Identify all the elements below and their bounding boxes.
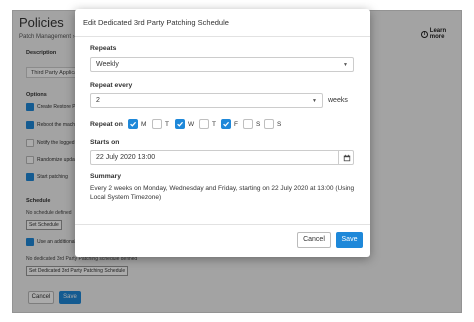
repeats-select[interactable]: Weekly ▼ — [90, 57, 354, 72]
day-tuesday[interactable]: T — [152, 119, 169, 129]
summary-label: Summary — [90, 173, 121, 180]
checkbox-checked[interactable] — [221, 119, 231, 129]
chevron-down-icon: ▼ — [312, 98, 317, 104]
day-label: F — [234, 120, 238, 128]
checkbox[interactable] — [152, 119, 162, 129]
repeat-every-unit: weeks — [328, 97, 348, 104]
screen: Policies Patch Management › i Learn more… — [0, 0, 474, 322]
day-sunday[interactable]: S — [264, 119, 281, 129]
check-icon — [177, 121, 184, 127]
starts-on-input[interactable]: 22 July 2020 13:00 — [90, 150, 354, 165]
day-monday[interactable]: M — [128, 119, 146, 129]
check-icon — [130, 121, 137, 127]
dialog-footer-divider — [75, 224, 370, 225]
checkbox[interactable] — [243, 119, 253, 129]
cancel-button[interactable]: Cancel — [297, 232, 331, 248]
check-icon — [223, 121, 230, 127]
day-label: W — [188, 120, 195, 128]
repeat-every-select[interactable]: 2 ▼ — [90, 93, 323, 108]
day-wednesday[interactable]: W — [175, 119, 194, 129]
checkbox-checked[interactable] — [175, 119, 185, 129]
schedule-dialog: Edit Dedicated 3rd Party Patching Schedu… — [75, 9, 370, 257]
repeat-on-label: Repeat on — [90, 121, 123, 128]
day-label: T — [212, 120, 216, 128]
day-thursday[interactable]: T — [199, 119, 216, 129]
dialog-title: Edit Dedicated 3rd Party Patching Schedu… — [83, 18, 229, 27]
day-label: M — [141, 120, 147, 128]
repeats-value: Weekly — [96, 61, 119, 68]
dialog-header: Edit Dedicated 3rd Party Patching Schedu… — [75, 9, 370, 37]
repeat-every-label: Repeat every — [90, 82, 133, 89]
chevron-down-icon: ▼ — [343, 62, 348, 68]
checkbox-checked[interactable] — [128, 119, 138, 129]
day-label: S — [256, 120, 261, 128]
save-button[interactable]: Save — [336, 232, 363, 248]
starts-on-label: Starts on — [90, 139, 120, 146]
calendar-button[interactable] — [338, 150, 354, 165]
repeats-label: Repeats — [90, 45, 117, 52]
calendar-icon — [343, 154, 350, 161]
checkbox[interactable] — [264, 119, 274, 129]
day-saturday[interactable]: S — [243, 119, 260, 129]
day-label: S — [277, 120, 282, 128]
day-label: T — [165, 120, 169, 128]
day-friday[interactable]: F — [221, 119, 238, 129]
repeat-every-value: 2 — [96, 97, 100, 104]
checkbox[interactable] — [199, 119, 209, 129]
summary-text: Every 2 weeks on Monday, Wednesday and F… — [90, 185, 355, 201]
